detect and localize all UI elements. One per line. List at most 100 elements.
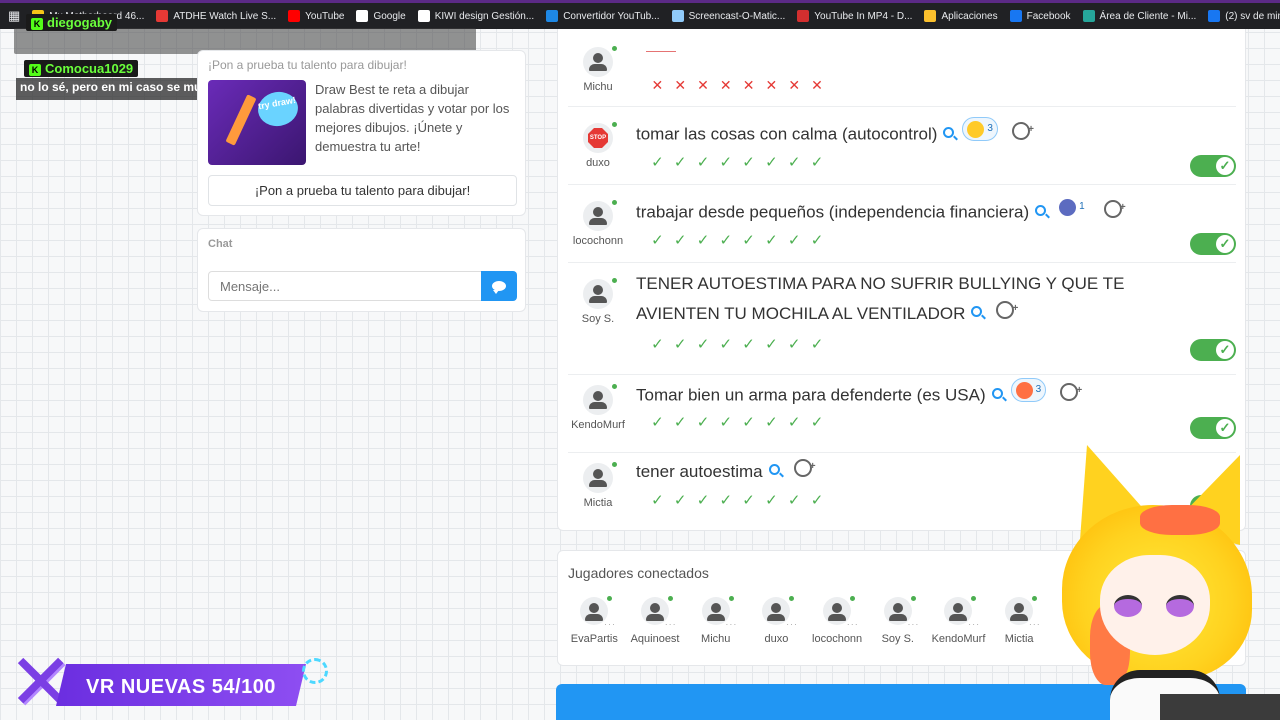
check-vote-icon: ✓ [719,154,733,171]
check-vote-icon: ✓ [651,414,664,431]
connected-player-name: Soy S. [881,633,914,645]
check-icon: ✓ [1216,235,1234,253]
bookmark-favicon-icon [1208,10,1221,22]
check-vote-icon: ✓ [742,232,755,249]
check-vote-icon: ✓ [765,492,778,509]
player-name: Soy S. [581,313,615,325]
accept-answer-toggle[interactable]: ✓ [1190,339,1236,361]
online-indicator [612,200,617,205]
reaction-badge[interactable]: 1 [1054,195,1090,219]
promo-header: ¡Pon a prueba tu talento para dibujar! [208,58,407,72]
connected-player[interactable]: ··· KendoMurf [928,596,989,645]
reaction-count: 3 [987,123,993,134]
bookmark-item[interactable]: Screencast-O-Matic... [666,10,792,22]
reaction-badge[interactable]: 3 [962,117,998,141]
bookmark-favicon-icon [156,10,169,22]
answer-row: KendoMurf Tomar bien un arma para defende… [568,375,1236,453]
bookmark-favicon-icon [671,10,684,22]
accept-answer-toggle[interactable]: ✓ [1190,233,1236,255]
player-name: duxo [586,157,610,169]
connected-player[interactable]: ··· Aquinoest [625,596,686,645]
add-reaction-icon[interactable] [1103,193,1126,223]
check-vote-icon: ✓ [810,492,824,509]
vote-marks: ✓ ✓ ✓ ✓ ✓ ✓ ✓ ✓ [646,413,828,431]
reaction-badge[interactable]: 3 [1010,378,1047,402]
online-indicator [668,596,674,601]
more-dots-icon: ··· [968,619,981,629]
bookmark-favicon-icon [356,10,369,22]
bookmark-label: KIWI design Gestión... [434,10,535,22]
check-vote-icon: ✓ [787,154,801,171]
more-dots-icon: ··· [846,619,859,629]
connected-player[interactable]: ··· duxo [746,596,807,645]
bookmark-favicon-icon [924,10,937,22]
connected-player[interactable]: ··· EvaPartis [564,596,625,645]
search-icon[interactable] [971,306,983,317]
check-vote-icon: ✓ [696,232,710,249]
pencil-icon [225,94,257,146]
apps-grid-icon[interactable]: ▦ [8,8,20,24]
bookmark-item[interactable]: Convertidor YouTub... [540,10,665,22]
bookmark-item[interactable]: Google [350,10,411,22]
players-list: ··· EvaPartis ··· Aquinoest ··· Michu ··· duxo ·… [564,596,1050,645]
bookmark-item[interactable]: Aplicaciones [918,10,1003,22]
connected-player[interactable]: ··· Michu [685,596,746,645]
bookmark-item[interactable]: (2) sv de minecraft... [1202,10,1280,22]
player-name: KendoMurf [571,419,625,431]
vote-marks: ✓ ✓ ✓ ✓ ✓ ✓ ✓ ✓ [646,153,828,171]
accept-answer-toggle[interactable]: ✓ [1190,417,1236,439]
vtuber-avatar [1040,445,1280,720]
bookmark-item[interactable]: YouTube [282,10,350,22]
more-dots-icon: ··· [725,619,738,629]
bookmark-item[interactable]: YouTube In MP4 - D... [791,10,918,22]
bookmark-item[interactable]: ATDHE Watch Live S... [150,10,282,22]
player-name: Mictia [583,497,613,509]
chat-message-input[interactable] [208,271,482,301]
add-reaction-icon[interactable] [793,452,816,482]
search-icon[interactable] [991,387,1003,399]
check-vote-icon: ✓ [719,336,733,353]
connected-player[interactable]: ··· Soy S. [867,596,928,645]
check-vote-icon: ✓ [787,492,801,509]
vote-marks: ✓ ✓ ✓ ✓ ✓ ✓ ✓ ✓ [646,335,828,353]
cross-vote-icon: ✕ [719,77,732,93]
bookmark-item[interactable]: Área de Cliente - Mi... [1077,10,1203,22]
online-indicator [910,596,916,601]
laugh-emoji-icon [967,120,985,138]
check-vote-icon: ✓ [673,492,687,509]
vote-marks: ✓ ✓ ✓ ✓ ✓ ✓ ✓ ✓ [646,491,828,509]
bookmark-item[interactable]: Facebook [1004,10,1077,22]
check-vote-icon: ✓ [810,154,824,171]
add-reaction-icon[interactable] [996,294,1018,324]
more-dots-icon: ··· [786,619,799,629]
check-vote-icon: ✓ [787,414,801,431]
bookmark-item[interactable]: KIWI design Gestión... [412,10,541,22]
bookmark-favicon-icon [546,10,559,22]
search-icon[interactable] [1035,204,1047,216]
player-avatar: Soy S. [568,278,628,325]
search-icon[interactable] [768,464,780,475]
angry-emoji-icon [1015,381,1033,399]
search-icon[interactable] [943,126,955,138]
answer-row: Soy S. TENER AUTOESTIMA PARA NO SUFRIR BU… [568,263,1236,375]
vr-counter-banner: ✕ VR NUEVAS 54/100 [8,644,328,720]
mascot-eye-left [1114,595,1142,617]
answer-text: Tomar bien un arma para defenderte (es U… [636,385,986,405]
chat-send-button[interactable] [481,271,517,301]
add-reaction-icon[interactable] [1011,115,1034,145]
answer-row: Michu ✕ ✕ ✕ ✕ ✕ ✕ ✕ ✕ [568,29,1236,107]
add-reaction-icon[interactable] [1060,376,1082,406]
accept-answer-toggle[interactable]: ✓ [1190,155,1236,177]
promo-button[interactable]: ¡Pon a prueba tu talento para dibujar! [208,175,517,206]
online-indicator [612,384,617,389]
cross-vote-icon: ✕ [788,77,801,93]
check-vote-icon: ✓ [742,492,755,509]
online-indicator [850,596,856,601]
cross-vote-icon: ✕ [765,77,778,93]
answer-row: locochonn trabajar desde pequeños (indepe… [568,185,1236,263]
connected-player[interactable]: ··· locochonn [807,596,868,645]
draw-best-promo-image[interactable]: try draw! [208,80,306,165]
cross-vote-icon: ✕ [674,77,687,93]
player-avatar: STOP duxo [568,122,628,169]
reaction-count: 3 [1035,384,1042,395]
